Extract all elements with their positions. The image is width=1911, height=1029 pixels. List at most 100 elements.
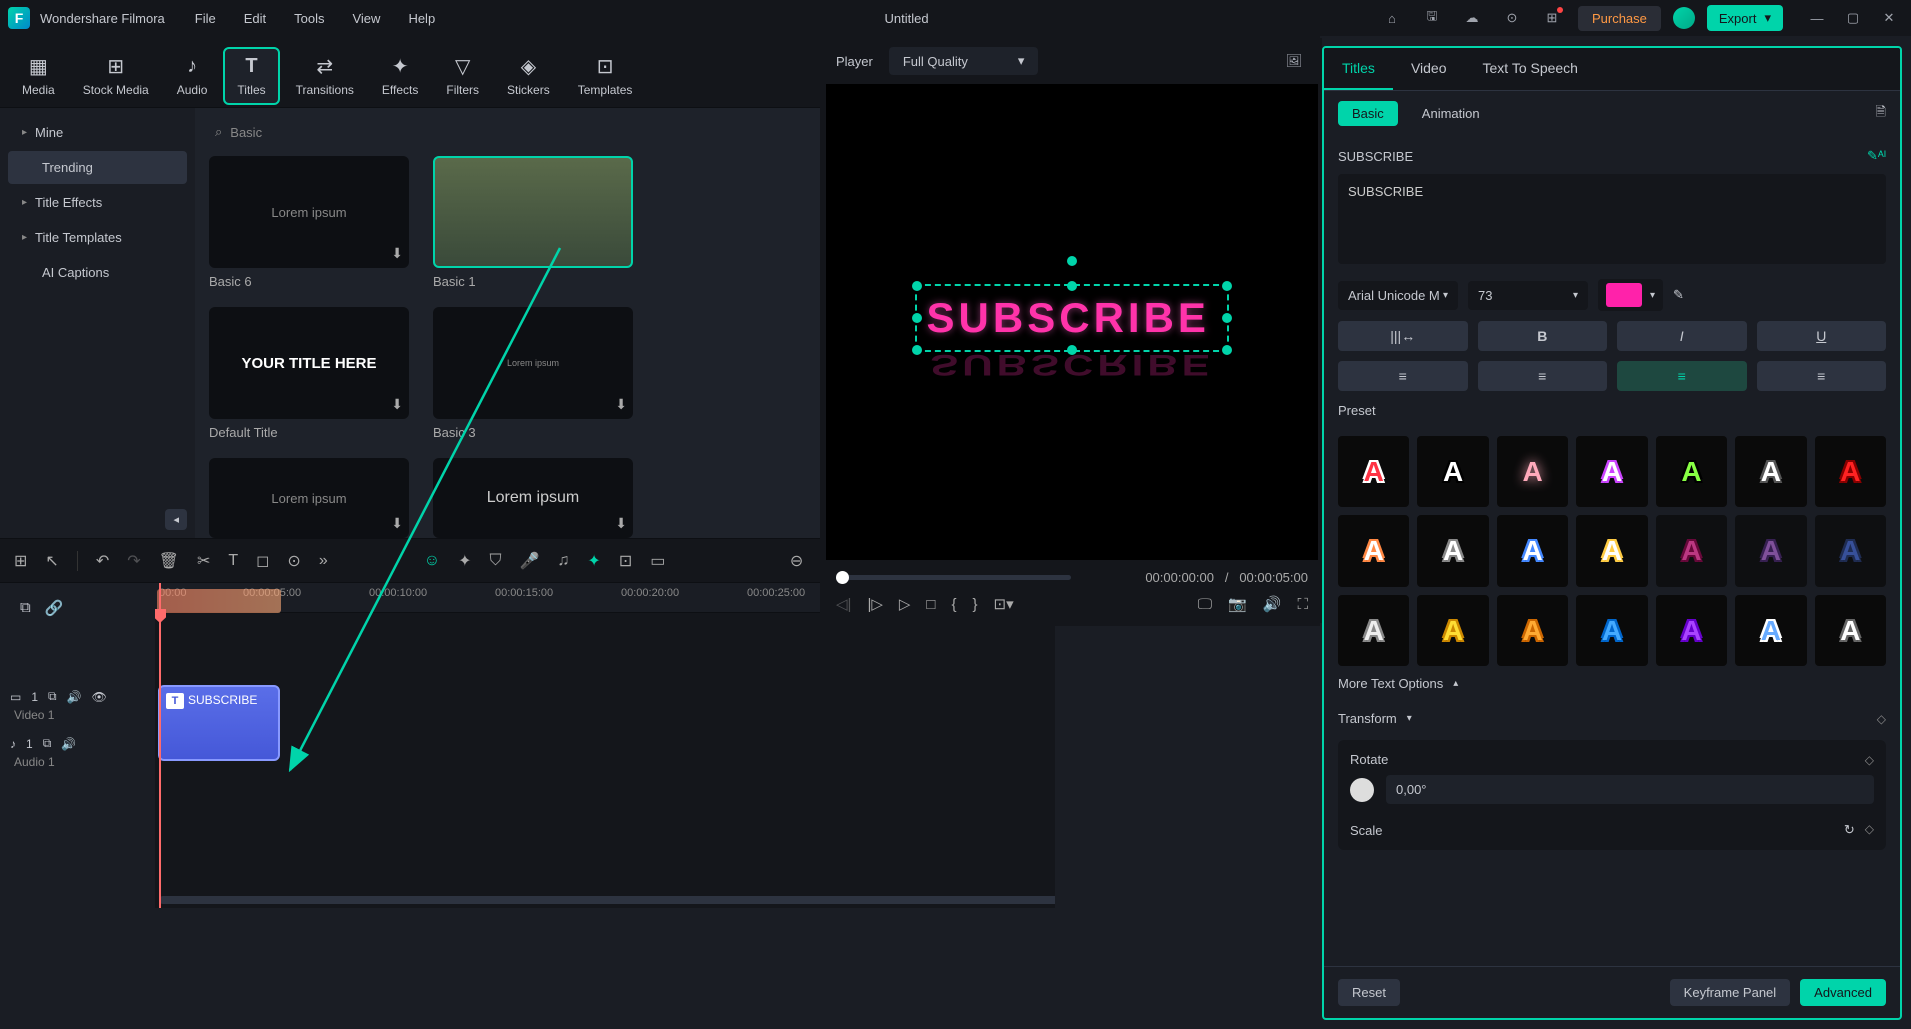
keyframe-icon[interactable]: ◇: [1877, 712, 1886, 726]
play-icon[interactable]: ▷: [899, 595, 911, 613]
text-selection-box[interactable]: SUBSCRIBE: [915, 284, 1230, 352]
mark-in-icon[interactable]: {: [951, 596, 956, 613]
bold-button[interactable]: B: [1478, 321, 1608, 351]
save-icon[interactable]: 🖫: [1418, 4, 1446, 32]
transform-section-header[interactable]: Transform ▾ ◇: [1338, 701, 1886, 736]
scrollbar-thumb[interactable]: [159, 896, 1055, 904]
maximize-icon[interactable]: ▢: [1839, 4, 1867, 32]
preset-item[interactable]: A: [1576, 595, 1647, 666]
props-tab-video[interactable]: Video: [1393, 48, 1465, 90]
progress-handle[interactable]: [836, 571, 849, 584]
preset-item[interactable]: A: [1735, 595, 1806, 666]
sparkle-icon[interactable]: ✦: [458, 551, 471, 571]
resize-handle[interactable]: [1222, 345, 1232, 355]
undo-icon[interactable]: ↶: [96, 551, 109, 571]
ratio-icon[interactable]: ⊡▾: [994, 595, 1014, 613]
export-button[interactable]: Export▾: [1707, 5, 1783, 31]
title-card[interactable]: YOUR TITLE HERE⬇ Default Title: [209, 307, 409, 440]
align-left-button[interactable]: ≡: [1338, 361, 1468, 391]
mark-out-icon[interactable]: }: [973, 596, 978, 613]
more-text-options-toggle[interactable]: More Text Options ▴: [1338, 666, 1886, 701]
keyframe-icon[interactable]: ◇: [1865, 822, 1874, 838]
preset-item[interactable]: A: [1338, 515, 1409, 586]
rotate-handle[interactable]: [1067, 256, 1077, 266]
music-icon[interactable]: ♫: [557, 552, 569, 570]
save-preset-icon[interactable]: 🗎: [1876, 103, 1886, 125]
preset-item[interactable]: A: [1815, 515, 1886, 586]
subtab-basic[interactable]: Basic: [1338, 101, 1398, 126]
title-card[interactable]: Lorem ipsum⬇ Basic 6: [209, 156, 409, 289]
preset-item[interactable]: A: [1338, 595, 1409, 666]
preset-item[interactable]: A: [1656, 436, 1727, 507]
title-text-input[interactable]: SUBSCRIBE: [1338, 174, 1886, 264]
quality-select[interactable]: Full Quality▾: [889, 47, 1039, 75]
rotate-knob[interactable]: [1350, 778, 1374, 802]
marker-icon[interactable]: ✦: [587, 551, 600, 571]
download-icon[interactable]: ⬇: [391, 515, 403, 532]
preset-item[interactable]: A: [1735, 436, 1806, 507]
tab-audio[interactable]: ♪Audio: [165, 49, 220, 103]
stop-icon[interactable]: □: [926, 596, 935, 613]
video-track-header[interactable]: ▭ 1 ⧉ 🔊 👁: [10, 683, 145, 710]
redo-icon[interactable]: ↷: [127, 551, 140, 571]
menu-view[interactable]: View: [352, 11, 380, 26]
align-center-button[interactable]: ≡: [1478, 361, 1608, 391]
rotate-value-input[interactable]: 0,00°: [1386, 775, 1874, 804]
progress-slider[interactable]: [836, 575, 1071, 580]
tab-templates[interactable]: ⊡Templates: [566, 49, 645, 103]
sidebar-item-ai-captions[interactable]: AI Captions: [8, 256, 187, 289]
step-back-icon[interactable]: |▷: [867, 595, 882, 613]
sidebar-item-title-effects[interactable]: ▸Title Effects: [8, 186, 187, 219]
snapshot-icon[interactable]: 🖼: [1280, 47, 1308, 75]
mic-icon[interactable]: 🎤: [519, 551, 539, 571]
title-thumbnail[interactable]: Lorem ipsum⬇: [433, 307, 633, 419]
fullscreen-icon[interactable]: ⛶: [1297, 596, 1308, 613]
keyframe-icon[interactable]: ◇: [1865, 753, 1874, 767]
preset-item[interactable]: A: [1417, 436, 1488, 507]
tab-titles[interactable]: TTitles: [223, 47, 279, 105]
reset-button[interactable]: Reset: [1338, 979, 1400, 1006]
link-icon[interactable]: 🔗: [45, 599, 64, 617]
text-icon[interactable]: T: [228, 552, 238, 570]
preview-text[interactable]: SUBSCRIBE: [927, 294, 1218, 342]
cloud-icon[interactable]: ☁: [1458, 4, 1486, 32]
tab-stock-media[interactable]: ⊞Stock Media: [71, 49, 161, 103]
volume-icon[interactable]: 🔊: [1263, 595, 1282, 613]
more-icon[interactable]: »: [319, 552, 328, 570]
resize-handle[interactable]: [1222, 281, 1232, 291]
preset-item[interactable]: A: [1497, 436, 1568, 507]
layers-icon[interactable]: ⧉: [20, 599, 31, 617]
mute-icon[interactable]: 🔊: [61, 737, 76, 751]
tab-transitions[interactable]: ⇄Transitions: [284, 49, 366, 103]
sidebar-item-trending[interactable]: Trending: [8, 151, 187, 184]
shield-icon[interactable]: ⛉: [489, 552, 501, 570]
props-tab-titles[interactable]: Titles: [1324, 48, 1393, 90]
preset-item[interactable]: A: [1735, 515, 1806, 586]
title-thumbnail[interactable]: Lorem ipsum⬇: [209, 156, 409, 268]
player-viewport[interactable]: SUBSCRIBE SUBSCRIBE: [826, 84, 1318, 560]
resize-handle[interactable]: [1067, 281, 1077, 291]
preset-item[interactable]: A: [1656, 515, 1727, 586]
playhead-handle[interactable]: [155, 609, 166, 623]
lock-icon[interactable]: ⧉: [43, 736, 52, 751]
menu-help[interactable]: Help: [408, 11, 435, 26]
tab-effects[interactable]: ✦Effects: [370, 49, 430, 103]
menu-edit[interactable]: Edit: [244, 11, 266, 26]
headphones-icon[interactable]: ⊙: [1498, 4, 1526, 32]
subtitle-icon[interactable]: ▭: [650, 551, 665, 571]
menu-file[interactable]: File: [195, 11, 216, 26]
preset-item[interactable]: A: [1417, 595, 1488, 666]
preset-item[interactable]: A: [1815, 436, 1886, 507]
tab-stickers[interactable]: ◈Stickers: [495, 49, 562, 103]
resize-handle[interactable]: [912, 345, 922, 355]
title-thumbnail-selected[interactable]: [433, 156, 633, 268]
prev-icon[interactable]: ◁|: [836, 595, 851, 613]
resize-handle[interactable]: [912, 313, 922, 323]
reset-scale-icon[interactable]: ↻: [1844, 822, 1855, 838]
title-card[interactable]: Lorem ipsum⬇ Basic 3: [433, 307, 633, 440]
screen-icon[interactable]: ⌂: [1378, 4, 1406, 32]
title-thumbnail[interactable]: YOUR TITLE HERE⬇: [209, 307, 409, 419]
eye-icon[interactable]: 👁: [92, 690, 107, 704]
align-right-button[interactable]: ≡: [1757, 361, 1887, 391]
cursor-icon[interactable]: ↖: [45, 551, 58, 571]
